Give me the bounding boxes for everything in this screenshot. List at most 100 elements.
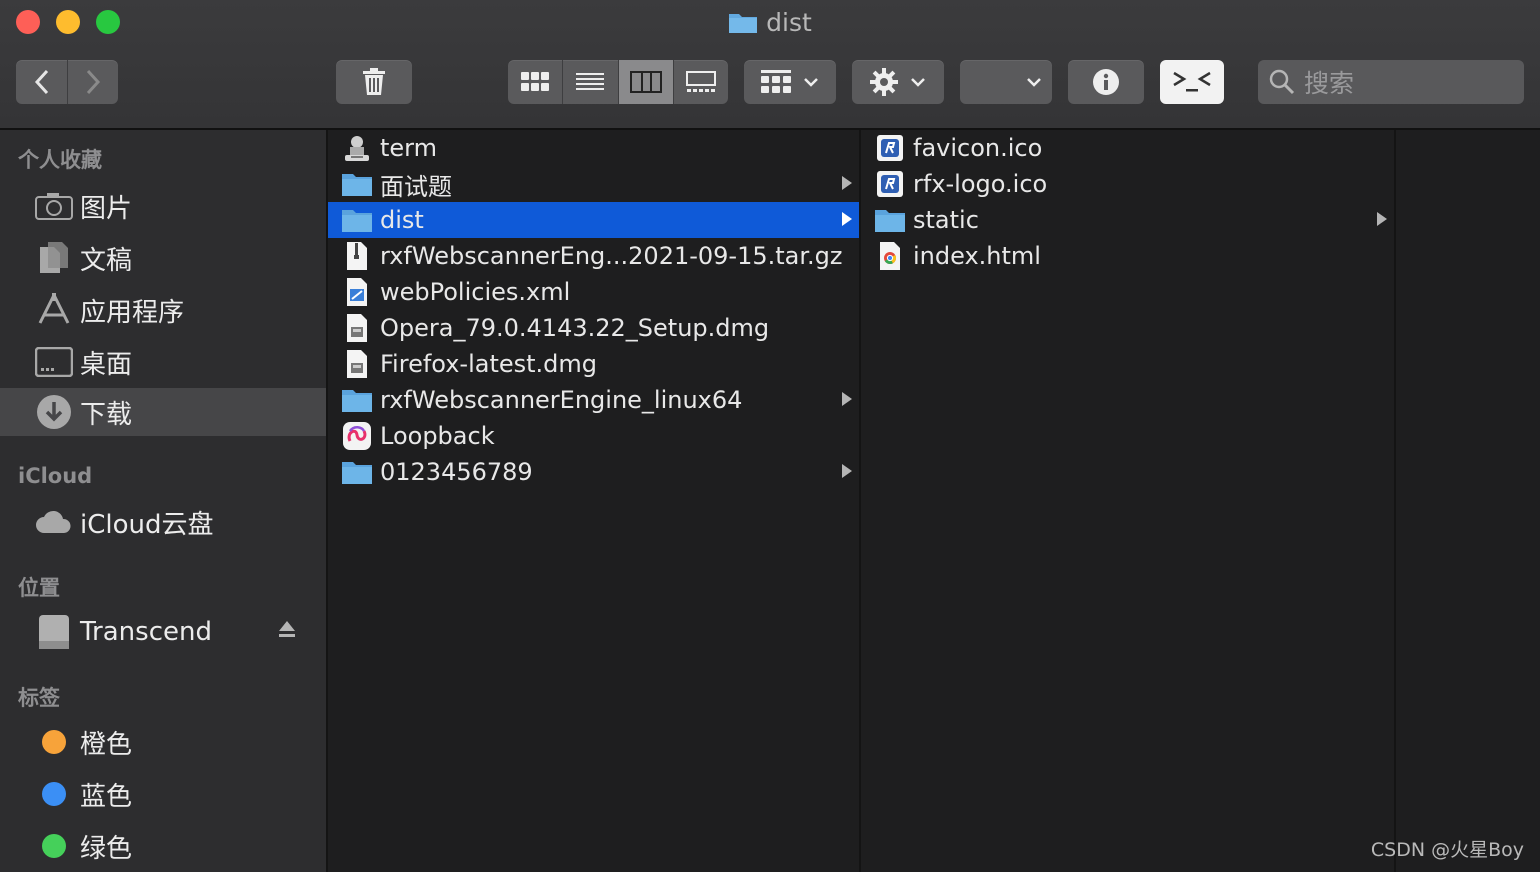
folder-row[interactable]: 面试题 — [328, 166, 859, 202]
file-row[interactable]: term — [328, 130, 859, 166]
file-row[interactable]: Firefox-latest.dmg — [328, 346, 859, 382]
sidebar-item-label: 下载 — [80, 399, 133, 430]
disclosure-arrow-icon — [841, 211, 853, 231]
chrome-html-icon — [873, 241, 907, 271]
sidebar-item-label: 文稿 — [80, 245, 133, 276]
chevron-down-icon — [804, 78, 818, 87]
open-terminal-button[interactable] — [1160, 60, 1224, 104]
ico-file-icon — [873, 134, 907, 162]
sidebar-item-label: 图片 — [80, 193, 133, 224]
disk-image-icon — [340, 313, 374, 343]
sidebar-tag-green[interactable]: 绿色 — [0, 822, 326, 870]
sidebar-heading-icloud: iCloud — [18, 464, 93, 488]
sidebar-tag-orange[interactable]: 橙色 — [0, 718, 326, 766]
chevron-down-icon — [1027, 78, 1041, 87]
disclosure-arrow-icon — [841, 175, 853, 195]
file-row[interactable]: Loopback — [328, 418, 859, 454]
search-field[interactable]: 搜索 — [1258, 60, 1524, 104]
file-name: webPolicies.xml — [380, 278, 571, 306]
sidebar: 个人收藏 图片 文稿 应用程序 桌面 下载 iCloud iCloud云盘 位置… — [0, 130, 328, 872]
sidebar-item-label: iCloud云盘 — [80, 509, 214, 540]
chevron-right-icon — [86, 69, 100, 95]
sidebar-item-downloads[interactable]: 下载 — [0, 388, 326, 436]
back-button[interactable] — [17, 60, 67, 104]
sidebar-tag-blue[interactable]: 蓝色 — [0, 770, 326, 818]
sidebar-heading-locations: 位置 — [18, 576, 60, 600]
finder-window: dist 搜索 个人收藏 图片 文稿 应用程序 桌面 下载 iCloud iCl… — [0, 0, 1540, 872]
grid-icon — [521, 72, 550, 91]
file-row[interactable]: webPolicies.xml — [328, 274, 859, 310]
sidebar-item-desktop[interactable]: 桌面 — [0, 338, 326, 386]
tag-color-dot — [42, 834, 66, 858]
window-title-text: dist — [766, 8, 812, 37]
file-name: rfx-logo.ico — [913, 170, 1048, 198]
chevron-down-icon — [911, 78, 925, 87]
sidebar-item-label: 应用程序 — [80, 297, 185, 328]
gear-icon — [870, 68, 898, 96]
icon-view-button[interactable] — [508, 60, 562, 104]
trash-icon — [363, 68, 385, 95]
file-name: Loopback — [380, 422, 495, 450]
file-name: Firefox-latest.dmg — [380, 350, 598, 378]
action-dropdown[interactable] — [852, 60, 944, 104]
disclosure-arrow-icon — [841, 463, 853, 483]
browser-column-downloads: term 面试题 dist rxfWebscannerEng...2021-09… — [328, 130, 861, 872]
list-icon — [576, 73, 605, 90]
sidebar-item-label: Transcend — [80, 617, 212, 647]
terminal-prompt-icon — [1173, 71, 1211, 92]
cloud-icon — [34, 509, 74, 535]
sidebar-item-pictures[interactable]: 图片 — [0, 182, 326, 230]
sidebar-item-icloud-drive[interactable]: iCloud云盘 — [0, 498, 326, 546]
eject-icon[interactable] — [278, 620, 296, 642]
column-view-button[interactable] — [618, 60, 673, 104]
folder-icon — [728, 10, 758, 40]
disclosure-arrow-icon — [841, 391, 853, 411]
columns-icon — [629, 71, 662, 93]
file-name: static — [913, 206, 979, 234]
chevron-left-icon — [34, 69, 48, 95]
share-dropdown[interactable] — [960, 60, 1052, 104]
file-name: term — [380, 134, 437, 162]
folder-icon — [340, 387, 374, 413]
folder-row[interactable]: rxfWebscannerEngine_linux64 — [328, 382, 859, 418]
file-row[interactable]: Opera_79.0.4143.22_Setup.dmg — [328, 310, 859, 346]
desktop-icon — [34, 347, 74, 377]
list-view-button[interactable] — [563, 60, 617, 104]
sidebar-item-transcend[interactable]: Transcend — [0, 608, 326, 656]
sidebar-heading-tags: 标签 — [18, 686, 60, 710]
search-placeholder: 搜索 — [1304, 69, 1355, 98]
folder-icon — [340, 207, 374, 233]
folder-row[interactable]: 0123456789 — [328, 454, 859, 490]
disk-image-icon — [340, 349, 374, 379]
forward-button[interactable] — [68, 60, 118, 104]
gallery-view-button[interactable] — [674, 60, 728, 104]
file-name: favicon.ico — [913, 134, 1043, 162]
file-name: 0123456789 — [380, 458, 533, 486]
drive-icon — [34, 613, 74, 651]
sidebar-item-label: 蓝色 — [80, 781, 133, 812]
sidebar-item-documents[interactable]: 文稿 — [0, 234, 326, 282]
group-grid-icon — [761, 70, 791, 93]
file-row[interactable]: favicon.ico — [861, 130, 1394, 166]
file-row[interactable]: rfx-logo.ico — [861, 166, 1394, 202]
sidebar-item-applications[interactable]: 应用程序 — [0, 286, 326, 334]
ico-file-icon — [873, 170, 907, 198]
applications-icon — [34, 293, 74, 327]
search-icon — [1269, 69, 1295, 95]
window-title: dist — [0, 8, 1540, 40]
sidebar-heading-favorites: 个人收藏 — [18, 148, 102, 172]
folder-row-selected[interactable]: dist — [328, 202, 859, 238]
file-row[interactable]: rxfWebscannerEng...2021-09-15.tar.gz — [328, 238, 859, 274]
sidebar-item-label: 桌面 — [80, 349, 133, 380]
trash-button[interactable] — [336, 60, 412, 104]
group-by-dropdown[interactable] — [744, 60, 836, 104]
file-row[interactable]: index.html — [861, 238, 1394, 274]
file-name: index.html — [913, 242, 1041, 270]
get-info-button[interactable] — [1068, 60, 1144, 104]
browser-column-empty — [1396, 130, 1540, 872]
loopback-app-icon — [340, 421, 374, 451]
folder-row[interactable]: static — [861, 202, 1394, 238]
folder-icon — [340, 459, 374, 485]
sidebar-item-label: 橙色 — [80, 729, 133, 760]
gallery-icon — [685, 71, 716, 92]
